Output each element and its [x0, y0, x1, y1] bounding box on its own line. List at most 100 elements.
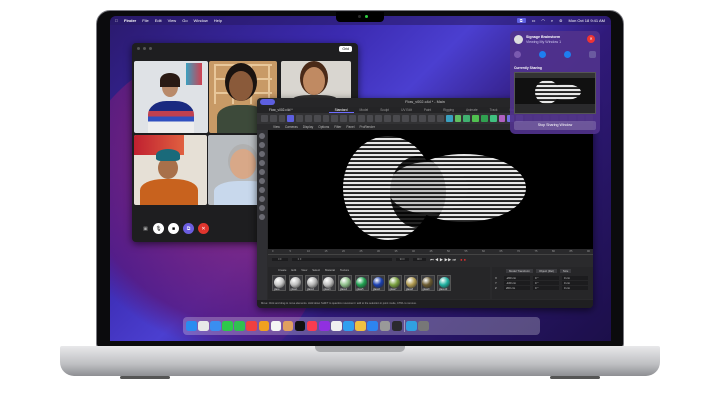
tool-icon[interactable] [259, 187, 265, 193]
close-button[interactable] [137, 47, 140, 50]
toolbar-button[interactable] [498, 115, 506, 122]
leave-button[interactable]: ✕ [587, 35, 595, 43]
material-menu-item[interactable]: View [301, 268, 307, 272]
toolbar-button[interactable] [366, 115, 374, 122]
tab-standard[interactable]: Standard [328, 108, 354, 113]
menu-help[interactable]: Help [214, 18, 222, 23]
dock-app-icon[interactable] [306, 320, 318, 332]
coord-pos-field[interactable]: -100 cm [504, 281, 530, 285]
material-swatch[interactable]: glass3 [321, 275, 336, 291]
dock-app-icon[interactable] [343, 320, 354, 332]
material-menu-item[interactable]: Create [278, 268, 286, 272]
coord-rot-field[interactable]: 0 ° [533, 276, 559, 280]
transform-mode-dropdown[interactable]: Model Transform [506, 269, 533, 273]
dock-app-icon[interactable] [210, 320, 221, 332]
frame-max-field[interactable]: 90 F [412, 258, 427, 261]
toolbar-button[interactable] [313, 115, 321, 122]
coord-pos-field[interactable]: 200 cm [504, 286, 530, 290]
toolbar-button[interactable] [428, 115, 435, 122]
material-swatch[interactable]: glass9 [420, 275, 435, 291]
menu-clock[interactable]: Mon Oct 18 9:41 AM [569, 18, 605, 23]
tool-icon[interactable] [259, 205, 265, 211]
dock-app-icon[interactable] [294, 320, 306, 332]
material-swatch[interactable]: glass5 [354, 275, 369, 291]
coord-size-field[interactable]: 0 cm [562, 286, 588, 290]
toolbar-button[interactable] [410, 115, 418, 122]
coord-rot-field[interactable]: 0 ° [533, 286, 559, 290]
toolbar-button[interactable] [480, 115, 488, 122]
dock-app-icon[interactable] [186, 320, 197, 332]
battery-icon[interactable]: ▭ [532, 18, 536, 23]
tab-track[interactable]: Track [484, 108, 504, 112]
toolbar-button[interactable] [304, 115, 312, 122]
toolbar-button[interactable] [463, 115, 471, 122]
camera-button[interactable]: ■ [168, 223, 179, 234]
grid-button[interactable]: Grid [339, 46, 352, 52]
toolbar-button[interactable] [489, 115, 497, 122]
material-swatch[interactable]: glass10 [437, 275, 451, 291]
menu-file[interactable]: File [142, 18, 148, 23]
toolbar-button[interactable] [401, 115, 409, 122]
dock-app-icon[interactable] [331, 320, 342, 332]
menu-view[interactable]: View [168, 18, 177, 23]
mic-button[interactable] [539, 51, 546, 58]
material-menu-item[interactable]: Select [312, 268, 320, 272]
frame-end-field[interactable]: 90 F [395, 258, 409, 261]
toolbar-button[interactable] [296, 115, 303, 122]
viewport-menu-options[interactable]: Options [318, 125, 329, 129]
coord-rot-field[interactable]: 0 ° [533, 281, 559, 285]
search-icon[interactable]: ⌕ [551, 18, 553, 23]
tab-sculpt[interactable]: Sculpt [374, 108, 395, 112]
toolbar-button[interactable] [436, 115, 444, 122]
shareplay-indicator[interactable] [260, 99, 275, 105]
toolbar-button[interactable] [348, 115, 356, 122]
mute-button[interactable]: 🎙 [153, 223, 164, 234]
viewport-menu-display[interactable]: Display [303, 125, 313, 129]
document-tab[interactable]: Flow_v002.c4d * [263, 108, 299, 112]
material-swatch[interactable]: glass7 [387, 275, 402, 291]
tab-rigging[interactable]: Rigging [437, 108, 460, 112]
material-menu-item[interactable]: Texture [340, 268, 349, 272]
toolbar-button[interactable] [278, 115, 286, 122]
tab-paint[interactable]: Paint [418, 108, 437, 112]
dock-app-icon[interactable] [367, 320, 378, 332]
toolbar-button[interactable] [340, 115, 347, 122]
screen-share-button[interactable] [589, 51, 596, 58]
stop-sharing-button[interactable]: Stop Sharing Window [514, 121, 596, 130]
record-keys-icon[interactable]: ● ● [460, 257, 466, 262]
dock-app-icon[interactable] [234, 320, 245, 332]
dock-app-icon[interactable] [379, 320, 390, 332]
material-swatch[interactable]: glass [272, 275, 286, 291]
toolbar-button[interactable] [261, 115, 268, 122]
timeline[interactable]: 0 5 10 15 20 25 30 35 40 45 50 55 60 65 70 75 80 85 90 0 F… [268, 249, 593, 267]
video-button[interactable] [564, 51, 571, 58]
menu-go[interactable]: Go [182, 18, 187, 23]
coord-pos-field[interactable]: -200 cm [504, 276, 530, 280]
toolbar-button[interactable] [287, 115, 295, 122]
viewport-menu-view[interactable]: View [273, 125, 280, 129]
menu-window[interactable]: Window [194, 18, 208, 23]
dock-app-icon[interactable] [246, 320, 257, 332]
material-swatch[interactable]: glass6 [371, 275, 385, 291]
toolbar-button[interactable] [472, 115, 479, 122]
apple-menu-icon[interactable]:  [115, 18, 118, 23]
dock-app-icon[interactable] [282, 320, 294, 332]
control-center-icon[interactable]: ⊜ [559, 18, 562, 23]
dock-app-icon[interactable] [319, 320, 330, 332]
viewport-menu-prorender[interactable]: ProRender [360, 125, 375, 129]
toolbar-button[interactable] [269, 115, 277, 122]
3d-viewport[interactable] [268, 130, 593, 249]
end-call-button[interactable]: ✕ [198, 223, 209, 234]
playback-controls[interactable]: ⏮ ◀ ▶ ▶▶ ⏭ [430, 257, 456, 262]
menu-app-finder[interactable]: Finder [124, 18, 136, 23]
tool-icon[interactable] [259, 142, 265, 148]
toolbar-button[interactable] [357, 115, 365, 122]
material-menu-item[interactable]: Edit [291, 268, 296, 272]
toolbar-button[interactable] [322, 115, 330, 122]
coord-size-field[interactable]: 0 cm [562, 281, 588, 285]
zoom-button[interactable] [149, 47, 152, 50]
dock-app-icon[interactable] [258, 320, 270, 332]
wifi-icon[interactable]: ◠ [541, 18, 545, 23]
dock-app-icon[interactable] [406, 320, 417, 332]
dock-app-icon[interactable] [418, 320, 429, 332]
